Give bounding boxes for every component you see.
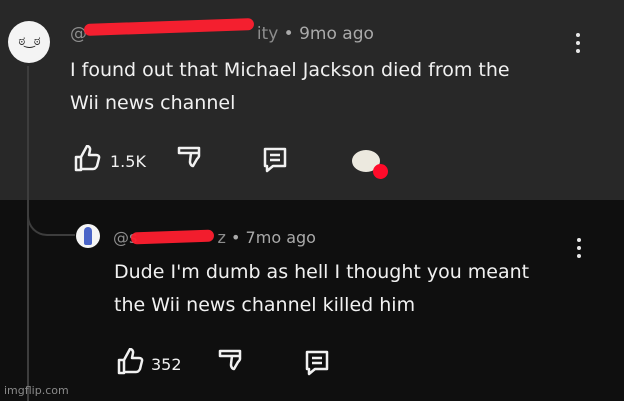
reply-thumbs-up-icon[interactable] [115,347,145,380]
reply-more-icon[interactable] [577,238,581,258]
comment-more-icon[interactable] [576,33,580,53]
imgflip-watermark: imgflip.com [4,384,69,397]
reply-connector [27,200,75,236]
thumbs-down-icon[interactable] [174,145,204,177]
reply-handle-suffix[interactable]: z [218,228,226,247]
creator-heart-icon [352,150,388,179]
reply-actions: 352 [115,347,332,380]
commenter-avatar[interactable]: ಠ‿ಠ [8,21,50,63]
reply-text-line-1: Dude I'm dumb as hell I thought you mean… [114,261,530,283]
reply-avatar[interactable] [76,224,100,248]
comment-handle-suffix[interactable]: ity [257,24,278,44]
thumbs-up-icon[interactable] [72,144,102,177]
comment-text-line-1: I found out that Michael Jackson died fr… [70,59,510,81]
reply-time: • 7mo ago [231,228,316,247]
reply-text-line-2: the Wii news channel killed him [114,294,416,316]
thread-line [27,66,29,401]
reply-reply-icon[interactable] [302,348,332,380]
comment-like-count: 1.5K [110,151,146,171]
comment-actions: 1.5K [72,144,290,177]
comment-text-line-2: Wii news channel [70,92,236,114]
reply-comment-icon[interactable] [260,145,290,177]
reply-thumbs-down-icon[interactable] [215,348,245,380]
comment-time: • 9mo ago [283,24,374,44]
reply-like-count: 352 [151,354,182,374]
